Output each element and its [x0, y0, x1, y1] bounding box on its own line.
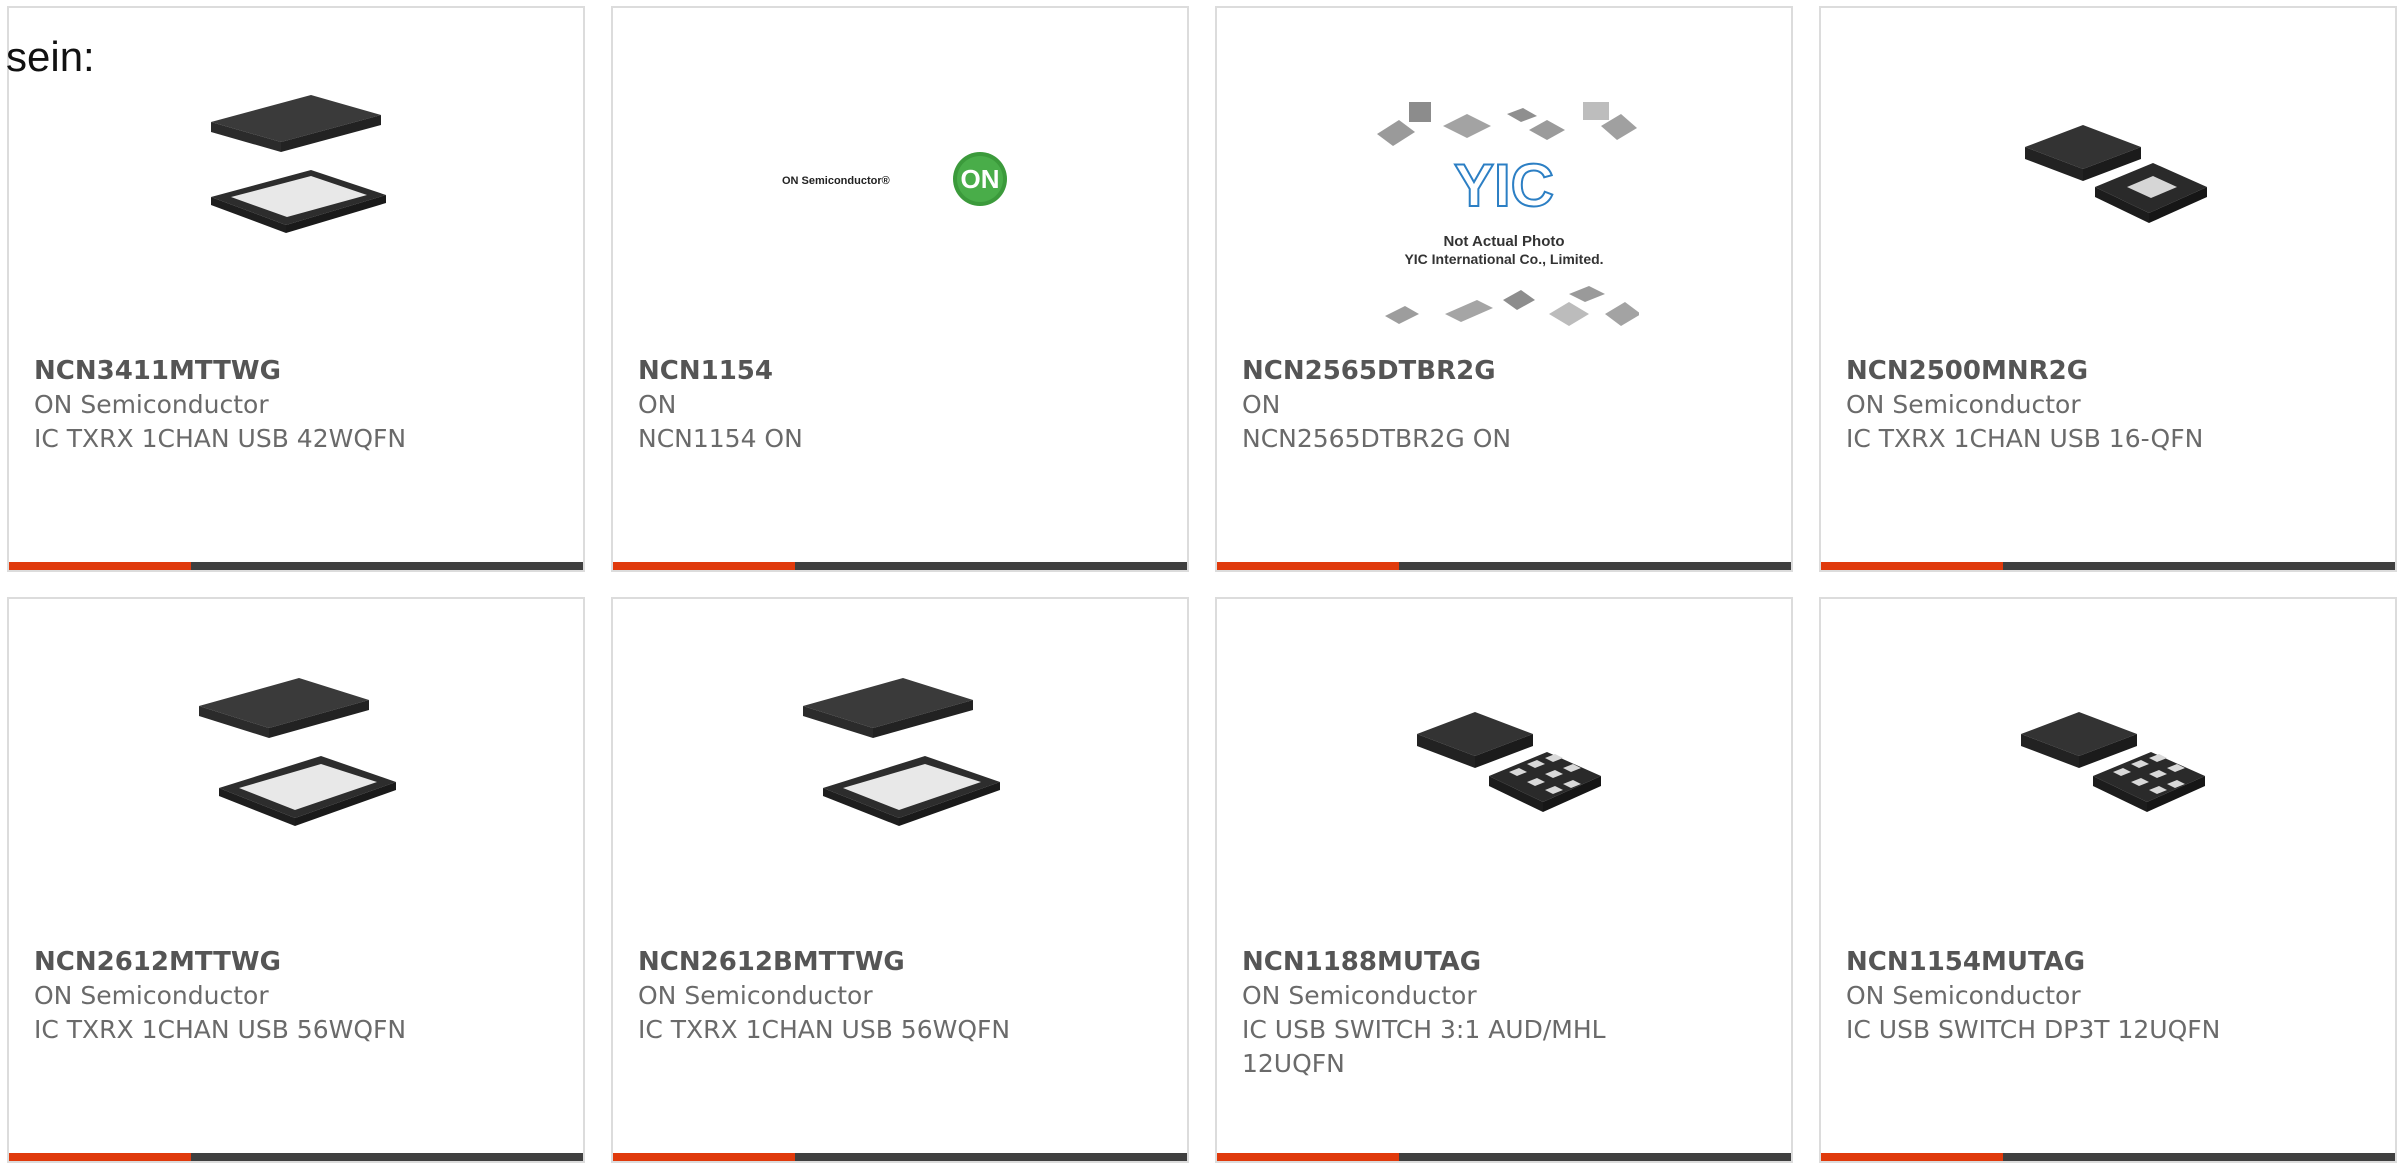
part-number: NCN3411MTTWG — [34, 356, 281, 386]
manufacturer: ON Semiconductor — [638, 981, 873, 1010]
uqfn-chip-icon — [1821, 663, 2395, 873]
manufacturer: ON Semiconductor — [34, 390, 269, 419]
manufacturer: ON Semiconductor — [34, 981, 269, 1010]
manufacturer: ON Semiconductor — [1242, 981, 1477, 1010]
card-footer-bar — [9, 562, 583, 570]
description: NCN1154 ON — [638, 424, 803, 453]
description: IC TXRX 1CHAN USB 56WQFN — [638, 1015, 1011, 1044]
description: IC USB SWITCH 3:1 AUD/MHL 12UQFN — [1242, 1015, 1606, 1078]
description: IC USB SWITCH DP3T 12UQFN — [1846, 1015, 2221, 1044]
logo-wordmark: ON Semiconductor® — [782, 175, 890, 187]
wqfn-chip-icon — [613, 663, 1187, 873]
part-number: NCN1154MUTAG — [1846, 947, 2086, 977]
part-number: NCN1154 — [638, 356, 773, 386]
product-card[interactable]: ON Semiconductor® ON NCN1154 ON NCN1154 … — [611, 6, 1189, 572]
part-number: NCN2612MTTWG — [34, 947, 281, 977]
description: IC TXRX 1CHAN USB 16-QFN — [1846, 424, 2204, 453]
wqfn-chip-icon — [9, 72, 583, 282]
card-footer-bar — [613, 562, 1187, 570]
part-number: NCN2565DTBR2G — [1242, 356, 1496, 386]
wqfn-chip-icon — [9, 663, 583, 873]
card-footer-bar — [9, 1153, 583, 1161]
part-number: NCN1188MUTAG — [1242, 947, 1482, 977]
description: NCN2565DTBR2G ON — [1242, 424, 1512, 453]
manufacturer: ON — [638, 390, 677, 419]
manufacturer: ON Semiconductor — [1846, 390, 2081, 419]
card-footer-bar — [1821, 562, 2395, 570]
qfn-chip-icon — [1821, 72, 2395, 282]
product-card[interactable]: NCN3411MTTWG ON Semiconductor IC TXRX 1C… — [7, 6, 585, 572]
product-grid: NCN3411MTTWG ON Semiconductor IC TXRX 1C… — [0, 0, 2400, 1163]
product-card[interactable]: NCN1188MUTAG ON Semiconductor IC USB SWI… — [1215, 597, 1793, 1163]
page-label: sein: — [6, 33, 95, 80]
uqfn-chip-icon — [1217, 663, 1791, 873]
manufacturer: ON — [1242, 390, 1281, 419]
part-number: NCN2612BMTTWG — [638, 947, 905, 977]
product-card[interactable]: NCN2612MTTWG ON Semiconductor IC TXRX 1C… — [7, 597, 585, 1163]
product-card[interactable]: NCN2612BMTTWG ON Semiconductor IC TXRX 1… — [611, 597, 1189, 1163]
part-number: NCN2500MNR2G — [1846, 356, 2089, 386]
description: IC TXRX 1CHAN USB 56WQFN — [34, 1015, 407, 1044]
placeholder-line1: Not Actual Photo — [1443, 233, 1564, 250]
on-semiconductor-logo: ON Semiconductor® ON — [613, 72, 1187, 282]
manufacturer: ON Semiconductor — [1846, 981, 2081, 1010]
not-actual-photo-placeholder: YIC Not Actual Photo YIC International C… — [1217, 94, 1791, 344]
card-footer-bar — [1217, 1153, 1791, 1161]
svg-text:YIC: YIC — [1454, 152, 1554, 219]
placeholder-line2: YIC International Co., Limited. — [1404, 251, 1603, 267]
product-card[interactable]: YIC Not Actual Photo YIC International C… — [1215, 6, 1793, 572]
product-card[interactable]: NCN2500MNR2G ON Semiconductor IC TXRX 1C… — [1819, 6, 2397, 572]
yic-mark: YIC — [1453, 151, 1555, 220]
description: IC TXRX 1CHAN USB 42WQFN — [34, 424, 407, 453]
logo-badge: ON — [961, 164, 1000, 194]
card-footer-bar — [613, 1153, 1187, 1161]
product-card[interactable]: NCN1154MUTAG ON Semiconductor IC USB SWI… — [1819, 597, 2397, 1163]
card-footer-bar — [1217, 562, 1791, 570]
card-footer-bar — [1821, 1153, 2395, 1161]
